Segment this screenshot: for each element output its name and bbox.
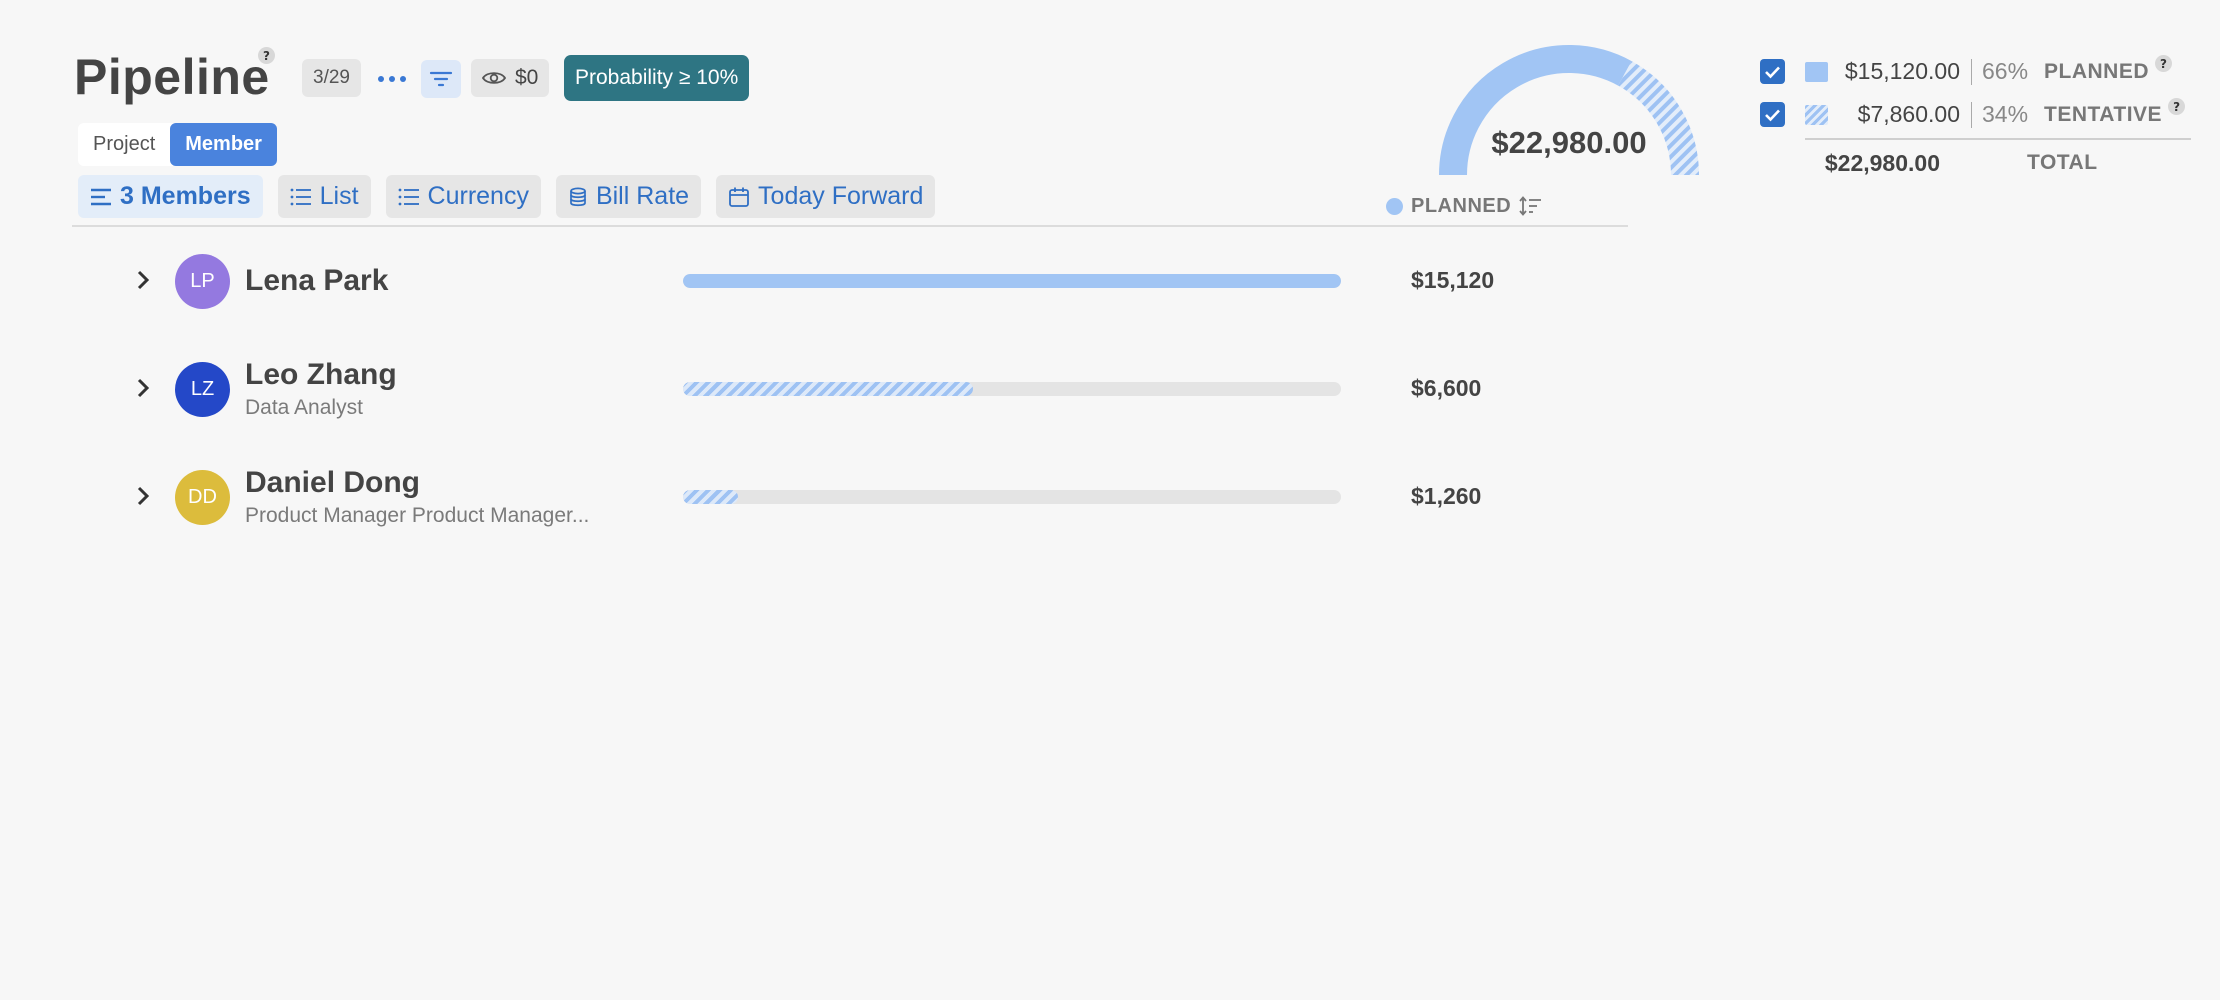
member-row[interactable]: LZ Leo Zhang Data Analyst $6,600 xyxy=(0,338,1600,438)
currency-chip-label: Currency xyxy=(427,182,529,210)
planned-bar xyxy=(683,490,1341,504)
legend-label: TENTATIVE xyxy=(2044,102,2163,126)
total-gauge xyxy=(1439,45,1699,176)
planned-checkbox[interactable] xyxy=(1760,59,1785,84)
dot-icon xyxy=(389,76,395,82)
legend-total-label: TOTAL xyxy=(2027,151,2098,174)
legend-amount: $7,860.00 xyxy=(1857,101,1960,127)
eye-icon xyxy=(482,72,506,84)
check-icon xyxy=(1765,109,1780,121)
member-amount: $15,120 xyxy=(1411,267,1495,293)
tentative-help-icon[interactable]: ? xyxy=(2168,98,2186,115)
member-amount: $6,600 xyxy=(1411,375,1482,401)
bill-rate-chip[interactable]: Bill Rate xyxy=(555,175,702,218)
page-title: Pipeline xyxy=(74,49,270,105)
planned-column-header[interactable]: PLANNED xyxy=(1386,192,1543,220)
count-badge: 3/29 xyxy=(302,59,361,97)
dot-icon xyxy=(400,76,406,82)
member-name: Daniel Dong xyxy=(245,466,421,499)
planned-bar xyxy=(683,382,1341,396)
member-name: Leo Zhang xyxy=(245,358,397,391)
chevron-right-icon[interactable] xyxy=(132,269,154,291)
chevron-right-icon[interactable] xyxy=(132,485,154,507)
planned-bar xyxy=(683,274,1341,288)
member-row[interactable]: LP Lena Park $15,120 xyxy=(0,230,1600,330)
tentative-checkbox[interactable] xyxy=(1760,102,1785,127)
date-range-chip[interactable]: Today Forward xyxy=(716,175,936,218)
date-range-chip-label: Today Forward xyxy=(758,182,924,210)
list-icon xyxy=(398,188,419,205)
menu-lines-icon xyxy=(91,188,111,205)
member-row[interactable]: DD Daniel Dong Product Manager Product M… xyxy=(0,446,1600,546)
avatar: DD xyxy=(175,470,230,525)
member-role: Product Manager Product Manager... xyxy=(245,504,590,527)
more-options-button[interactable] xyxy=(374,62,410,96)
planned-column-label: PLANNED xyxy=(1411,194,1512,217)
tentative-swatch xyxy=(1805,104,1828,125)
planned-help-icon[interactable]: ? xyxy=(2155,55,2173,72)
planned-bar-fill xyxy=(683,274,1341,288)
legend-row-tentative: $7,860.00 34% TENTATIVE ? xyxy=(1760,93,2190,136)
planned-bar-fill xyxy=(683,382,973,396)
filter-button[interactable] xyxy=(421,60,461,98)
legend-separator xyxy=(1971,58,1972,85)
option-chips: 3 Members List Currency Bill Rate Today … xyxy=(78,175,936,218)
toggle-member[interactable]: Member xyxy=(170,123,277,166)
member-role: Data Analyst xyxy=(245,396,363,419)
list-chip-label: List xyxy=(319,182,359,210)
legend-percent: 66% xyxy=(1982,58,2029,84)
planned-dot-icon xyxy=(1386,197,1403,215)
title-help-icon[interactable]: ? xyxy=(258,47,275,64)
coins-icon xyxy=(570,187,586,206)
member-amount: $1,260 xyxy=(1411,483,1482,509)
legend-row-planned: $15,120.00 66% PLANNED ? xyxy=(1760,50,2190,93)
legend-label: PLANNED xyxy=(2044,59,2150,83)
avatar: LP xyxy=(175,254,230,309)
member-name: Lena Park xyxy=(245,264,389,297)
legend-percent: 34% xyxy=(1982,101,2029,127)
list-chip[interactable]: List xyxy=(277,175,371,218)
list-icon xyxy=(290,188,311,205)
hidden-value-toggle[interactable]: $0 xyxy=(471,59,550,97)
check-icon xyxy=(1765,66,1780,78)
dot-icon xyxy=(378,76,384,82)
eye-value: $0 xyxy=(515,66,539,89)
bill-rate-chip-label: Bill Rate xyxy=(595,182,690,210)
avatar: LZ xyxy=(175,362,230,417)
chevron-right-icon[interactable] xyxy=(132,377,154,399)
legend-total-amount: $22,980.00 xyxy=(1824,149,1940,176)
pipeline-page: Pipeline ? 3/29 $0 Probability ≥ 10% Pro… xyxy=(0,0,2220,1000)
probability-filter-button[interactable]: Probability ≥ 10% xyxy=(564,55,750,101)
currency-chip[interactable]: Currency xyxy=(385,175,541,218)
header-divider xyxy=(72,225,1628,227)
calendar-icon xyxy=(729,187,749,207)
legend-total-row: $22,980.00 TOTAL xyxy=(1760,140,2190,186)
members-chip[interactable]: 3 Members xyxy=(78,175,263,218)
filter-icon xyxy=(429,71,453,87)
members-chip-label: 3 Members xyxy=(120,182,251,210)
view-toggle: Project Member xyxy=(78,123,277,166)
gauge-total-value: $22,980.00 xyxy=(1491,125,1647,160)
toggle-project[interactable]: Project xyxy=(78,123,170,166)
legend: $15,120.00 66% PLANNED ? $7,860.00 34% T… xyxy=(1760,50,2191,186)
planned-bar-fill xyxy=(683,490,738,504)
sort-icon xyxy=(1519,196,1542,216)
legend-amount: $15,120.00 xyxy=(1844,58,1960,84)
legend-separator xyxy=(1971,101,1972,128)
planned-swatch xyxy=(1805,61,1828,82)
